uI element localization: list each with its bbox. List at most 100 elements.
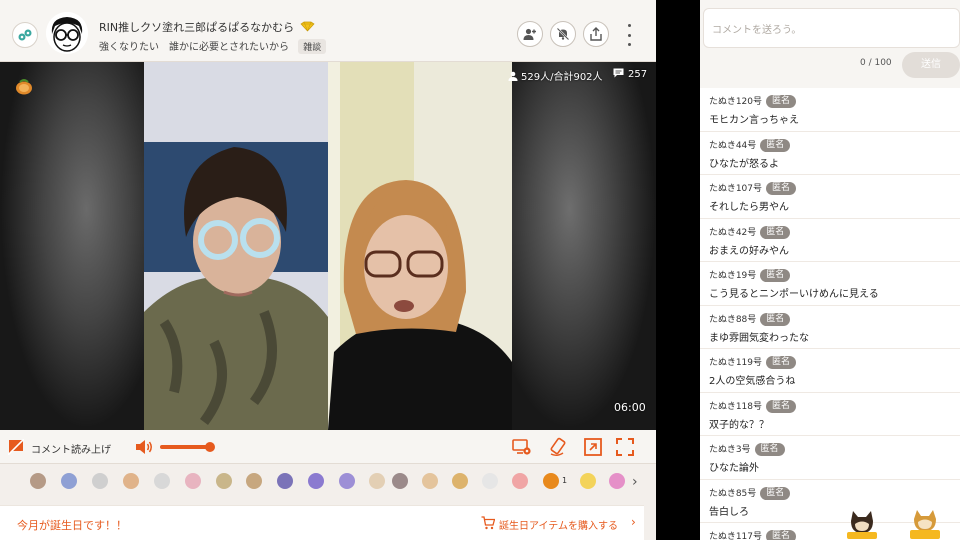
gift-item-icon[interactable] — [392, 473, 408, 489]
picture-in-picture-icon[interactable] — [583, 437, 603, 457]
quality-settings-icon[interactable] — [512, 437, 532, 457]
gift-item-icon[interactable] — [185, 473, 201, 489]
anonymous-badge: 匿名 — [766, 399, 797, 413]
more-options-button[interactable] — [622, 24, 636, 46]
gift-item-icon[interactable] — [30, 473, 46, 489]
gift-item-icon[interactable] — [452, 473, 468, 489]
comment-item: たぬき120号 匿名 モヒカン言っちゃえ — [700, 88, 960, 132]
volume-slider-handle[interactable] — [205, 442, 215, 452]
birthday-text: 今月が誕生日です！！ — [17, 519, 127, 532]
mute-notification-button[interactable] — [550, 21, 576, 47]
video-player[interactable]: 529人/合計902人 257 06:00 — [0, 62, 656, 430]
anonymous-badge: 匿名 — [760, 225, 791, 239]
player-controls: コメント読み上げ — [0, 430, 656, 464]
comment-text: それしたら男やん — [709, 202, 789, 213]
buy-birthday-item-link[interactable]: 誕生日アイテムを購入する — [499, 517, 618, 532]
add-user-icon — [523, 28, 536, 40]
anonymous-badge: 匿名 — [766, 356, 797, 369]
comment-author: たぬき19号 — [709, 271, 757, 281]
send-button[interactable]: 送信 — [902, 52, 960, 78]
read-comments-label[interactable]: コメント読み上げ — [31, 441, 111, 456]
share-icon — [590, 27, 602, 41]
comment-author: たぬき118号 — [709, 401, 762, 412]
comment-author: たぬき119号 — [709, 358, 762, 368]
gift-item-icon[interactable] — [609, 473, 625, 489]
comment-item: たぬき3号 匿名 ひなた論外 — [700, 436, 960, 480]
bell-off-icon — [556, 27, 570, 41]
volume-icon[interactable] — [134, 437, 154, 457]
gift-count: 1 — [562, 476, 568, 485]
anonymous-badge: 匿名 — [766, 95, 797, 108]
comment-item: たぬき42号 匿名 おまえの好みやん — [700, 219, 960, 262]
share-button[interactable] — [583, 21, 609, 47]
broadcast-header: RIN推しクソ塗れ三郎ぱるぱるなかむら 強くなりたい 誰かに必要とされたいから … — [0, 0, 656, 62]
gift-item-icon[interactable] — [123, 473, 139, 489]
comment-author: たぬき117号 — [709, 532, 762, 540]
comment-panel: コメントを送ろう。 0 / 100 送信 たぬき120号 匿名 モヒカン言っちゃえ… — [700, 0, 960, 540]
elapsed-time: 06:00 — [614, 401, 646, 414]
sidebar-toggle-button[interactable] — [12, 22, 38, 48]
comment-bubble-icon — [613, 68, 624, 78]
anonymous-badge: 匿名 — [766, 530, 797, 540]
gift-item-icon[interactable] — [277, 473, 293, 489]
broadcast-panel: RIN推しクソ塗れ三郎ぱるぱるなかむら 強くなりたい 誰かに必要とされたいから … — [0, 0, 656, 540]
follow-button[interactable] — [517, 21, 543, 47]
broadcast-subtitle-text: 強くなりたい 誰かに必要とされたいから — [99, 42, 289, 53]
gift-item-icon[interactable] — [92, 473, 108, 489]
comment-text: 双子的な？？ — [709, 419, 769, 431]
comment-text: おまえの好みやん — [709, 245, 789, 257]
gold-cat-mascot-icon[interactable] — [908, 507, 942, 540]
comment-item: たぬき88号 匿名 まゆ雰囲気変わったな — [700, 306, 960, 349]
comment-count-text: 257 — [628, 69, 648, 80]
gift-item-icon[interactable] — [482, 473, 498, 489]
gift-item-icon[interactable] — [580, 473, 596, 489]
gift-item-icon[interactable] — [216, 473, 232, 489]
broadcast-title-text: RIN推しクソ塗れ三郎ぱるぱるなかむら — [99, 21, 295, 34]
chevron-right-icon[interactable]: › — [632, 474, 638, 490]
gift-item-icon[interactable] — [339, 473, 355, 489]
gift-item-icon[interactable] — [246, 473, 262, 489]
viewer-count: 529人/合計902人 — [508, 68, 603, 83]
gift-item-icon[interactable] — [543, 473, 559, 489]
gift-bar: 1 › — [0, 465, 656, 499]
comment-text: ひなたが怒るよ — [709, 158, 779, 170]
app: RIN推しクソ塗れ三郎ぱるぱるなかむら 強くなりたい 誰かに必要とされたいから … — [0, 0, 960, 540]
comment-item: たぬき119号 匿名 2人の空気感合うね — [700, 349, 960, 393]
comment-text: まゆ雰囲気変わったな — [709, 332, 809, 344]
comment-text: モヒカン言っちゃえ — [709, 115, 799, 126]
gift-item-icon[interactable] — [369, 473, 385, 489]
comment-input[interactable]: コメントを送ろう。 — [703, 8, 960, 48]
broadcaster-avatar[interactable] — [46, 12, 88, 54]
comment-author: たぬき42号 — [709, 227, 757, 238]
category-tag[interactable]: 雑談 — [298, 39, 327, 54]
volume-slider[interactable] — [160, 445, 210, 449]
gift-item-icon[interactable] — [512, 473, 528, 489]
gold-cat-mascot-icon[interactable] — [845, 507, 879, 540]
birthday-banner: 今月が誕生日です！！ 誕生日アイテムを購入する › — [0, 505, 656, 540]
gift-item-icon[interactable] — [308, 473, 324, 489]
gift-item-icon[interactable] — [422, 473, 438, 489]
gift-item-icon[interactable] — [154, 473, 170, 489]
fruit-badge-icon — [16, 79, 32, 95]
comment-read-icon[interactable] — [8, 439, 24, 455]
anonymous-badge: 匿名 — [760, 269, 791, 282]
comment-item: たぬき118号 匿名 双子的な？？ — [700, 393, 960, 436]
more-dot-icon — [627, 33, 631, 37]
char-count: 0 / 100 — [860, 58, 892, 68]
broadcast-title: RIN推しクソ塗れ三郎ぱるぱるなかむら — [99, 19, 315, 35]
viewer-count-text: 529人/合計902人 — [521, 72, 603, 83]
comment-text: ひなた論外 — [709, 463, 759, 474]
comment-item: たぬき44号 匿名 ひなたが怒るよ — [700, 132, 960, 175]
chevron-right-icon[interactable]: › — [631, 515, 636, 529]
fullscreen-icon[interactable] — [615, 437, 635, 457]
person-icon — [508, 71, 518, 81]
rotate-icon[interactable] — [548, 437, 568, 457]
comment-text: 2人の空気感合うね — [709, 376, 796, 387]
anonymous-badge: 匿名 — [760, 312, 791, 326]
anonymous-badge: 匿名 — [766, 182, 797, 195]
cart-icon[interactable] — [481, 516, 495, 530]
broadcast-subtitle: 強くなりたい 誰かに必要とされたいから 雑談 — [99, 38, 327, 54]
anonymous-badge: 匿名 — [760, 486, 791, 500]
gift-item-icon[interactable] — [61, 473, 77, 489]
more-dot-icon — [627, 43, 631, 46]
